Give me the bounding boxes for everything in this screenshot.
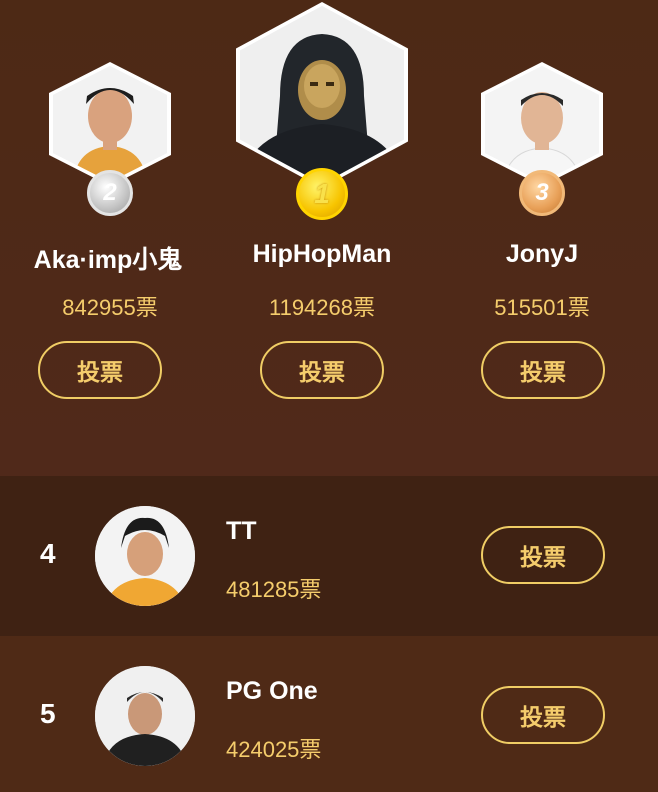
contestant-name: TT (226, 517, 257, 545)
vote-count: 1194268票 (268, 295, 375, 320)
ranking-row: 5 PG One 424025票 投票 (0, 636, 658, 792)
vote-button[interactable]: 投票 (481, 341, 605, 399)
contestant-name: HipHopMan (252, 240, 392, 268)
rank-number: 5 (40, 698, 56, 729)
contestant-name: Aka·imp小鬼 (33, 246, 183, 274)
rank-number: 4 (40, 538, 56, 569)
contestant-photo (95, 506, 195, 606)
contestant-photo (95, 666, 195, 766)
contestant-photo (240, 6, 404, 184)
top-three-podium: 2 Aka·imp小鬼 842955票 投票 1 HipHopMan 11942… (0, 0, 658, 476)
contestant-avatar-hexagon[interactable] (481, 62, 603, 186)
contestant-avatar-hexagon[interactable] (49, 62, 171, 186)
contestant-name: JonyJ (505, 240, 579, 268)
avatar[interactable] (95, 666, 195, 766)
contestant-avatar-hexagon[interactable] (236, 2, 408, 188)
vote-button[interactable]: 投票 (481, 526, 605, 584)
avatar[interactable] (95, 506, 195, 606)
silver-medal-icon: 2 (87, 170, 133, 216)
contestant-name: PG One (226, 677, 318, 705)
vote-button[interactable]: 投票 (38, 341, 162, 399)
gold-medal-icon: 1 (296, 168, 348, 220)
vote-count: 515501票 (494, 295, 590, 320)
vote-count: 481285票 (226, 577, 322, 602)
contestant-photo (53, 66, 167, 182)
vote-button[interactable]: 投票 (260, 341, 384, 399)
ranking-row: 4 TT 481285票 投票 (0, 476, 658, 636)
contestant-photo (485, 66, 599, 182)
bronze-medal-icon: 3 (519, 170, 565, 216)
vote-count: 842955票 (62, 295, 158, 320)
vote-button[interactable]: 投票 (481, 686, 605, 744)
vote-count: 424025票 (226, 737, 322, 762)
